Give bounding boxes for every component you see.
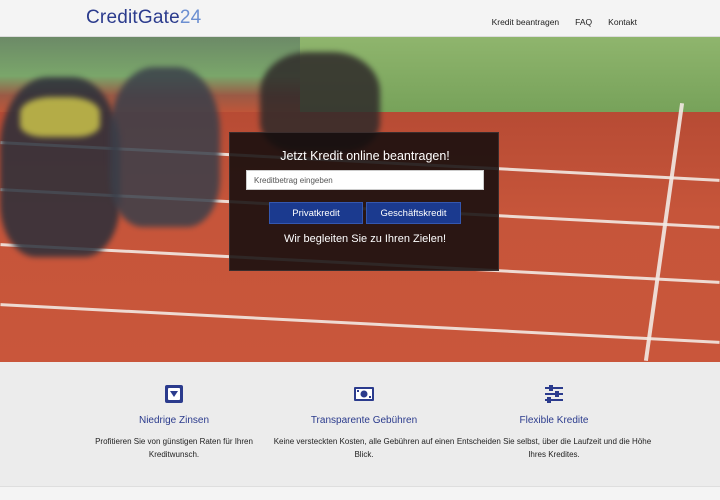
banknote-icon: [354, 387, 374, 401]
site-header: CreditGate24 Kredit beantragen FAQ Konta…: [0, 0, 720, 37]
feature-title: Transparente Gebühren: [310, 415, 418, 426]
privatkredit-button[interactable]: Privatkredit: [269, 202, 363, 224]
credit-search-box: Jetzt Kredit online beantragen! Privatkr…: [229, 132, 499, 271]
hero-subtitle: Wir begleiten Sie zu Ihren Zielen!: [283, 233, 447, 245]
feature-description: Keine versteckten Kosten, alle Gebühren …: [273, 437, 455, 459]
nav-link-kontakt[interactable]: Kontakt: [608, 17, 637, 27]
feature-description: Entscheiden Sie selbst, über die Laufzei…: [456, 437, 652, 459]
feature-title: Niedrige Zinsen: [138, 415, 210, 426]
hero-section: Jetzt Kredit online beantragen! Privatkr…: [0, 37, 720, 362]
hero-title: Jetzt Kredit online beantragen!: [280, 149, 450, 163]
geschaeftskredit-button[interactable]: Geschäftskredit: [366, 202, 461, 224]
track-finish-line: [643, 102, 685, 362]
logo-text: CreditGate: [86, 7, 180, 28]
site-logo[interactable]: CreditGate24: [86, 7, 201, 29]
main-nav: Kredit beantragen FAQ Kontakt: [492, 17, 637, 27]
runner-figure: [20, 97, 100, 137]
credit-amount-input[interactable]: [246, 170, 484, 190]
runner-figure: [110, 67, 220, 227]
features-section: Niedrige Zinsen Profitieren Sie von güns…: [0, 362, 720, 486]
sliders-icon: [545, 385, 563, 403]
nav-link-faq[interactable]: FAQ: [575, 17, 592, 27]
footer-bar: [0, 486, 720, 500]
feature-description: Profitieren Sie von günstigen Raten für …: [95, 437, 253, 459]
feature-title: Flexible Kredite: [519, 415, 589, 426]
nav-link-kredit-beantragen[interactable]: Kredit beantragen: [492, 17, 560, 27]
percent-down-icon: [165, 385, 183, 403]
track-lane-line: [0, 303, 720, 344]
logo-accent-text: 24: [179, 7, 202, 28]
